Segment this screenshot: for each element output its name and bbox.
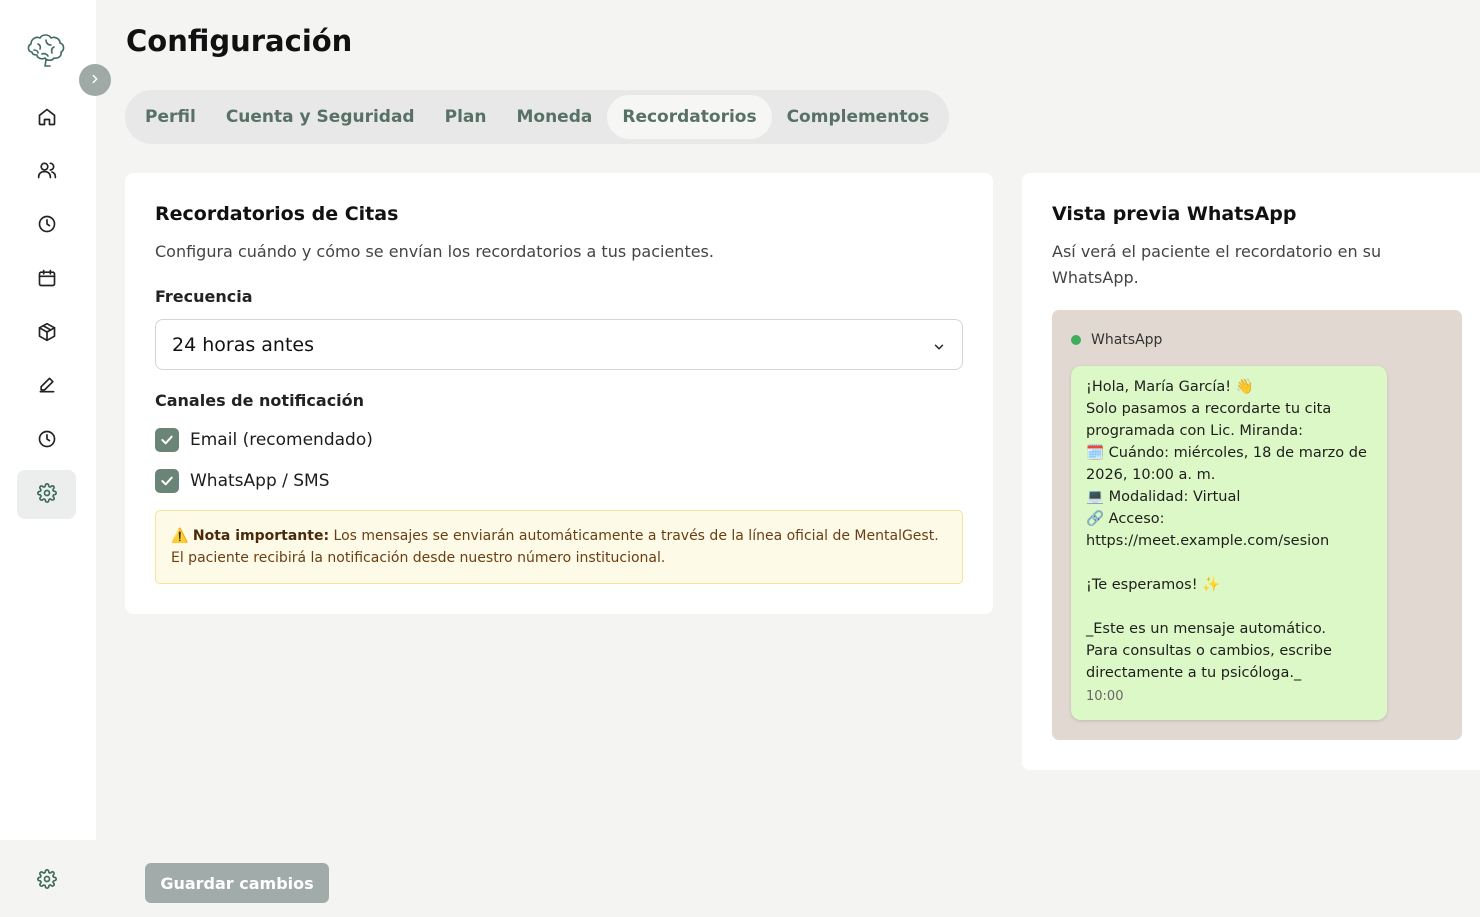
whatsapp-chat-preview: WhatsApp ¡Hola, María García! 👋 Solo pas… xyxy=(1052,310,1462,740)
chevron-down-icon xyxy=(932,337,946,351)
tab-recordatorios[interactable]: Recordatorios xyxy=(607,95,772,139)
tab-complementos[interactable]: Complementos xyxy=(772,95,945,139)
message-line: 2026, 10:00 a. m. xyxy=(1086,467,1216,483)
package-icon xyxy=(37,322,57,346)
online-status-icon xyxy=(1071,335,1081,345)
calendar-icon xyxy=(37,268,57,292)
clock-icon xyxy=(37,214,57,238)
message-line: Solo pasamos a recordarte tu cita xyxy=(1086,401,1332,417)
message-line: 🗓️ Cuándo: miércoles, 18 de marzo de xyxy=(1086,445,1367,461)
message-bubble: ¡Hola, María García! 👋 Solo pasamos a re… xyxy=(1071,366,1387,720)
chevron-right-icon xyxy=(88,71,102,90)
sidebar-item-settings[interactable] xyxy=(17,470,76,519)
sidebar xyxy=(0,0,96,840)
email-checkbox-label: Email (recomendado) xyxy=(190,430,373,450)
tab-moneda[interactable]: Moneda xyxy=(501,95,607,139)
settings-icon xyxy=(36,868,57,893)
settings-tabs: Perfil Cuenta y Seguridad Plan Moneda Re… xyxy=(125,90,950,144)
warning-icon: ⚠️ xyxy=(171,528,189,544)
message-line: ¡Hola, María García! 👋 xyxy=(1086,379,1254,395)
home-icon xyxy=(37,107,57,131)
sidebar-settings-bottom[interactable] xyxy=(17,856,76,905)
channels-label: Canales de notificación xyxy=(155,391,365,410)
settings-icon xyxy=(36,482,57,507)
history-icon xyxy=(37,429,57,453)
sidebar-item-packages[interactable] xyxy=(17,309,76,358)
tab-plan[interactable]: Plan xyxy=(430,95,502,139)
page-title: Configuración xyxy=(126,24,353,58)
message-line: ¡Te esperamos! ✨ xyxy=(1086,577,1221,593)
preview-subtitle: Así verá el paciente el recordatorio en … xyxy=(1052,242,1382,287)
whatsapp-header: WhatsApp xyxy=(1071,332,1162,348)
save-changes-button[interactable]: Guardar cambios xyxy=(145,863,329,903)
sidebar-item-history[interactable] xyxy=(17,416,76,465)
frequency-label: Frecuencia xyxy=(155,287,253,306)
important-note: ⚠️ Nota importante: Los mensajes se envi… xyxy=(155,510,963,584)
note-heading: Nota importante: xyxy=(192,528,330,544)
message-line: Para consultas o cambios, escribe xyxy=(1086,643,1332,659)
reminders-card: Recordatorios de Citas Configura cuándo … xyxy=(125,173,993,614)
message-line xyxy=(1086,596,1372,618)
message-line: https://meet.example.com/sesion xyxy=(1086,533,1330,549)
whatsapp-preview-card: Vista previa WhatsApp Así verá el pacien… xyxy=(1022,173,1480,770)
brain-logo-icon[interactable] xyxy=(24,30,68,70)
message-line xyxy=(1086,552,1372,574)
sidebar-item-notes[interactable] xyxy=(17,362,76,411)
message-line: 🔗 Acceso: xyxy=(1086,511,1165,527)
channel-email-row[interactable]: Email (recomendado) xyxy=(155,428,373,452)
reminders-subtitle: Configura cuándo y cómo se envían los re… xyxy=(155,242,714,261)
reminders-title: Recordatorios de Citas xyxy=(155,203,399,225)
tab-cuenta-seguridad[interactable]: Cuenta y Seguridad xyxy=(211,95,430,139)
sidebar-footer xyxy=(0,840,96,917)
message-line: 💻 Modalidad: Virtual xyxy=(1086,489,1241,505)
frequency-value: 24 horas antes xyxy=(172,333,314,356)
users-icon xyxy=(37,160,57,184)
tab-perfil[interactable]: Perfil xyxy=(130,95,211,139)
sidebar-item-home[interactable] xyxy=(17,94,76,143)
email-checkbox[interactable] xyxy=(155,428,179,452)
sidebar-toggle-button[interactable] xyxy=(79,64,111,96)
whatsapp-checkbox[interactable] xyxy=(155,469,179,493)
whatsapp-header-label: WhatsApp xyxy=(1091,332,1163,348)
sidebar-item-schedule[interactable] xyxy=(17,201,76,250)
sidebar-item-patients[interactable] xyxy=(17,147,76,196)
preview-title: Vista previa WhatsApp xyxy=(1052,203,1297,225)
frequency-select[interactable]: 24 horas antes xyxy=(155,319,963,370)
message-line: programada con Lic. Miranda: xyxy=(1086,423,1303,439)
message-time: 10:00 xyxy=(1086,689,1124,704)
pencil-icon xyxy=(37,375,57,399)
whatsapp-checkbox-label: WhatsApp / SMS xyxy=(190,471,330,491)
checkmark-icon xyxy=(161,435,173,445)
checkmark-icon xyxy=(161,476,173,486)
channel-whatsapp-row[interactable]: WhatsApp / SMS xyxy=(155,469,330,493)
message-line: directamente a tu psicóloga._ xyxy=(1086,665,1302,681)
sidebar-item-calendar[interactable] xyxy=(17,255,76,304)
message-line: _Este es un mensaje automático. xyxy=(1086,621,1327,637)
